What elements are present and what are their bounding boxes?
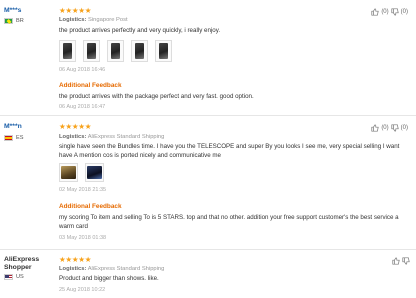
review-divider	[0, 249, 416, 250]
logistics-value: AliExpress Standard Shipping	[87, 266, 165, 272]
logistics-info: Logistics: Singapore Post	[59, 17, 128, 23]
reviewer-country: US	[4, 274, 24, 280]
reviewer-country: BR	[4, 18, 24, 24]
additional-feedback-date: 03 May 2018 01:38	[59, 235, 107, 241]
additional-feedback-title: Additional Feedback	[59, 82, 122, 89]
unhelpful-count: (0)	[400, 125, 408, 131]
helpful-votes: (0) (0)	[371, 8, 408, 16]
review-date: 02 May 2018 21:35	[59, 187, 107, 193]
helpful-count: (0)	[381, 125, 389, 131]
additional-feedback-text: my scoring To item and selling To is 5 S…	[59, 214, 399, 230]
reviewer-country: ES	[4, 135, 23, 141]
flag-us-icon	[4, 274, 13, 280]
thumbs-up-icon[interactable]	[392, 257, 400, 265]
review-date: 06 Aug 2018 16:46	[59, 67, 106, 73]
thumbs-down-icon[interactable]	[391, 8, 399, 16]
reviewer-name[interactable]: M***s	[4, 7, 21, 15]
helpful-count: (0)	[381, 9, 389, 15]
review-divider	[0, 115, 416, 116]
review-photos	[59, 40, 172, 62]
thumbs-up-icon[interactable]	[371, 124, 379, 132]
unhelpful-count: (0)	[400, 9, 408, 15]
logistics-value: Singapore Post	[88, 17, 128, 23]
logistics-label: Logistics:	[59, 266, 87, 272]
review-photo[interactable]	[107, 40, 124, 62]
reviewer-name[interactable]: M***n	[4, 123, 22, 131]
review-photo[interactable]	[131, 40, 148, 62]
thumbs-up-icon[interactable]	[371, 8, 379, 16]
review-text: Product and bigger than shows. like.	[59, 275, 159, 282]
logistics-value: AliExpress Standard Shipping	[87, 134, 165, 140]
review-photo[interactable]	[85, 163, 104, 182]
additional-feedback-text: the product arrives with the package per…	[59, 93, 254, 100]
review-date: 25 Aug 2018 10:22	[59, 287, 106, 293]
star-rating: ★★★★★	[59, 255, 92, 264]
review-photo[interactable]	[83, 40, 100, 62]
thumbs-down-icon[interactable]	[402, 257, 410, 265]
star-rating: ★★★★★	[59, 6, 92, 15]
reviewer-name: AliExpress Shopper	[4, 256, 40, 271]
review-photo[interactable]	[59, 40, 76, 62]
helpful-votes: (0) (0)	[371, 124, 408, 132]
country-code: ES	[16, 135, 24, 141]
flag-br-icon	[4, 18, 13, 24]
review-photo[interactable]	[59, 163, 78, 182]
review-photos	[59, 163, 104, 182]
review-photo[interactable]	[155, 40, 172, 62]
helpful-votes	[392, 257, 410, 265]
logistics-label: Logistics:	[59, 17, 87, 23]
logistics-label: Logistics:	[59, 134, 87, 140]
review-text: the product arrives perfectly and very q…	[59, 27, 221, 34]
additional-feedback-title: Additional Feedback	[59, 203, 122, 210]
additional-feedback-date: 06 Aug 2018 16:47	[59, 104, 106, 110]
logistics-info: Logistics: AliExpress Standard Shipping	[59, 266, 164, 272]
logistics-info: Logistics: AliExpress Standard Shipping	[59, 134, 164, 140]
country-code: BR	[16, 18, 24, 24]
flag-es-icon	[4, 135, 13, 141]
review-text: single have seen the Bundles time. I hav…	[59, 143, 400, 159]
thumbs-down-icon[interactable]	[391, 124, 399, 132]
star-rating: ★★★★★	[59, 122, 92, 131]
country-code: US	[16, 274, 24, 280]
